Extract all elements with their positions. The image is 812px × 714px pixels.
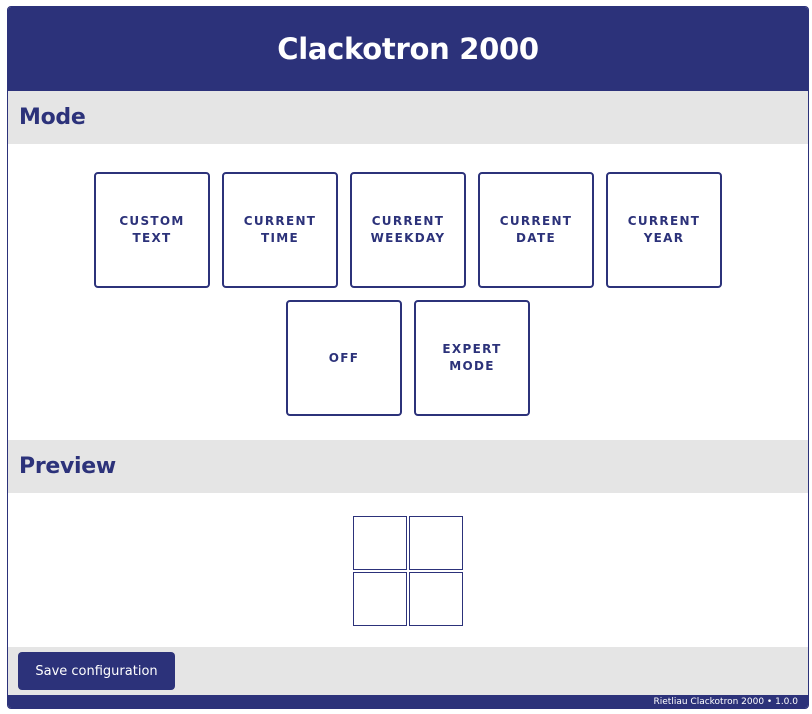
mode-current-year-button[interactable]: Current Year [606,172,722,288]
mode-label-line1: Current [371,214,445,228]
status-bar: Rietliau Clackotron 2000 • 1.0.0 [8,695,808,708]
mode-label: Current Weekday [371,213,446,247]
preview-flap-cell [409,572,463,626]
save-configuration-button[interactable]: Save configuration [18,652,175,690]
footer-actions: Save configuration [8,647,808,695]
mode-label: Current Time [244,213,317,247]
mode-label: Current Date [500,213,573,247]
mode-section-header: Mode [8,91,808,144]
mode-label-line1: Current [243,214,317,228]
version-text: Rietliau Clackotron 2000 • 1.0.0 [653,697,798,707]
mode-label: Off [329,350,360,367]
mode-label-line2: Year [643,231,685,245]
mode-label-line1: Custom [119,214,185,228]
mode-label-line1: Current [627,214,701,228]
mode-section-title: Mode [19,105,86,130]
mode-custom-text-button[interactable]: Custom Text [94,172,210,288]
preview-section-header: Preview [8,440,808,493]
mode-label-line2: Text [132,231,172,245]
mode-label: Custom Text [119,213,184,247]
mode-label-line2: Weekday [370,231,446,245]
mode-label: Current Year [628,213,701,247]
app-window: Clackotron 2000 Mode Custom Text Current… [7,6,809,709]
preview-flap-cell [353,572,407,626]
mode-current-date-button[interactable]: Current Date [478,172,594,288]
preview-flap-cell [353,516,407,570]
mode-label-line1: Off [328,350,360,365]
preview-area [8,493,808,647]
mode-label-line1: Current [499,214,573,228]
mode-current-time-button[interactable]: Current Time [222,172,338,288]
mode-label-line2: Date [516,231,556,245]
app-title: Clackotron 2000 [277,32,539,66]
preview-flap-cell [409,516,463,570]
preview-display-grid [353,516,463,626]
preview-section-title: Preview [19,454,116,479]
mode-expert-button[interactable]: Expert Mode [414,300,530,416]
mode-label-line2: Time [261,231,299,245]
mode-label-line1: Expert Mode [442,342,502,373]
mode-current-weekday-button[interactable]: Current Weekday [350,172,466,288]
app-header: Clackotron 2000 [8,7,808,91]
mode-label: Expert Mode [422,341,522,375]
mode-off-button[interactable]: Off [286,300,402,416]
mode-button-group: Custom Text Current Time Current Weekday… [80,144,736,440]
